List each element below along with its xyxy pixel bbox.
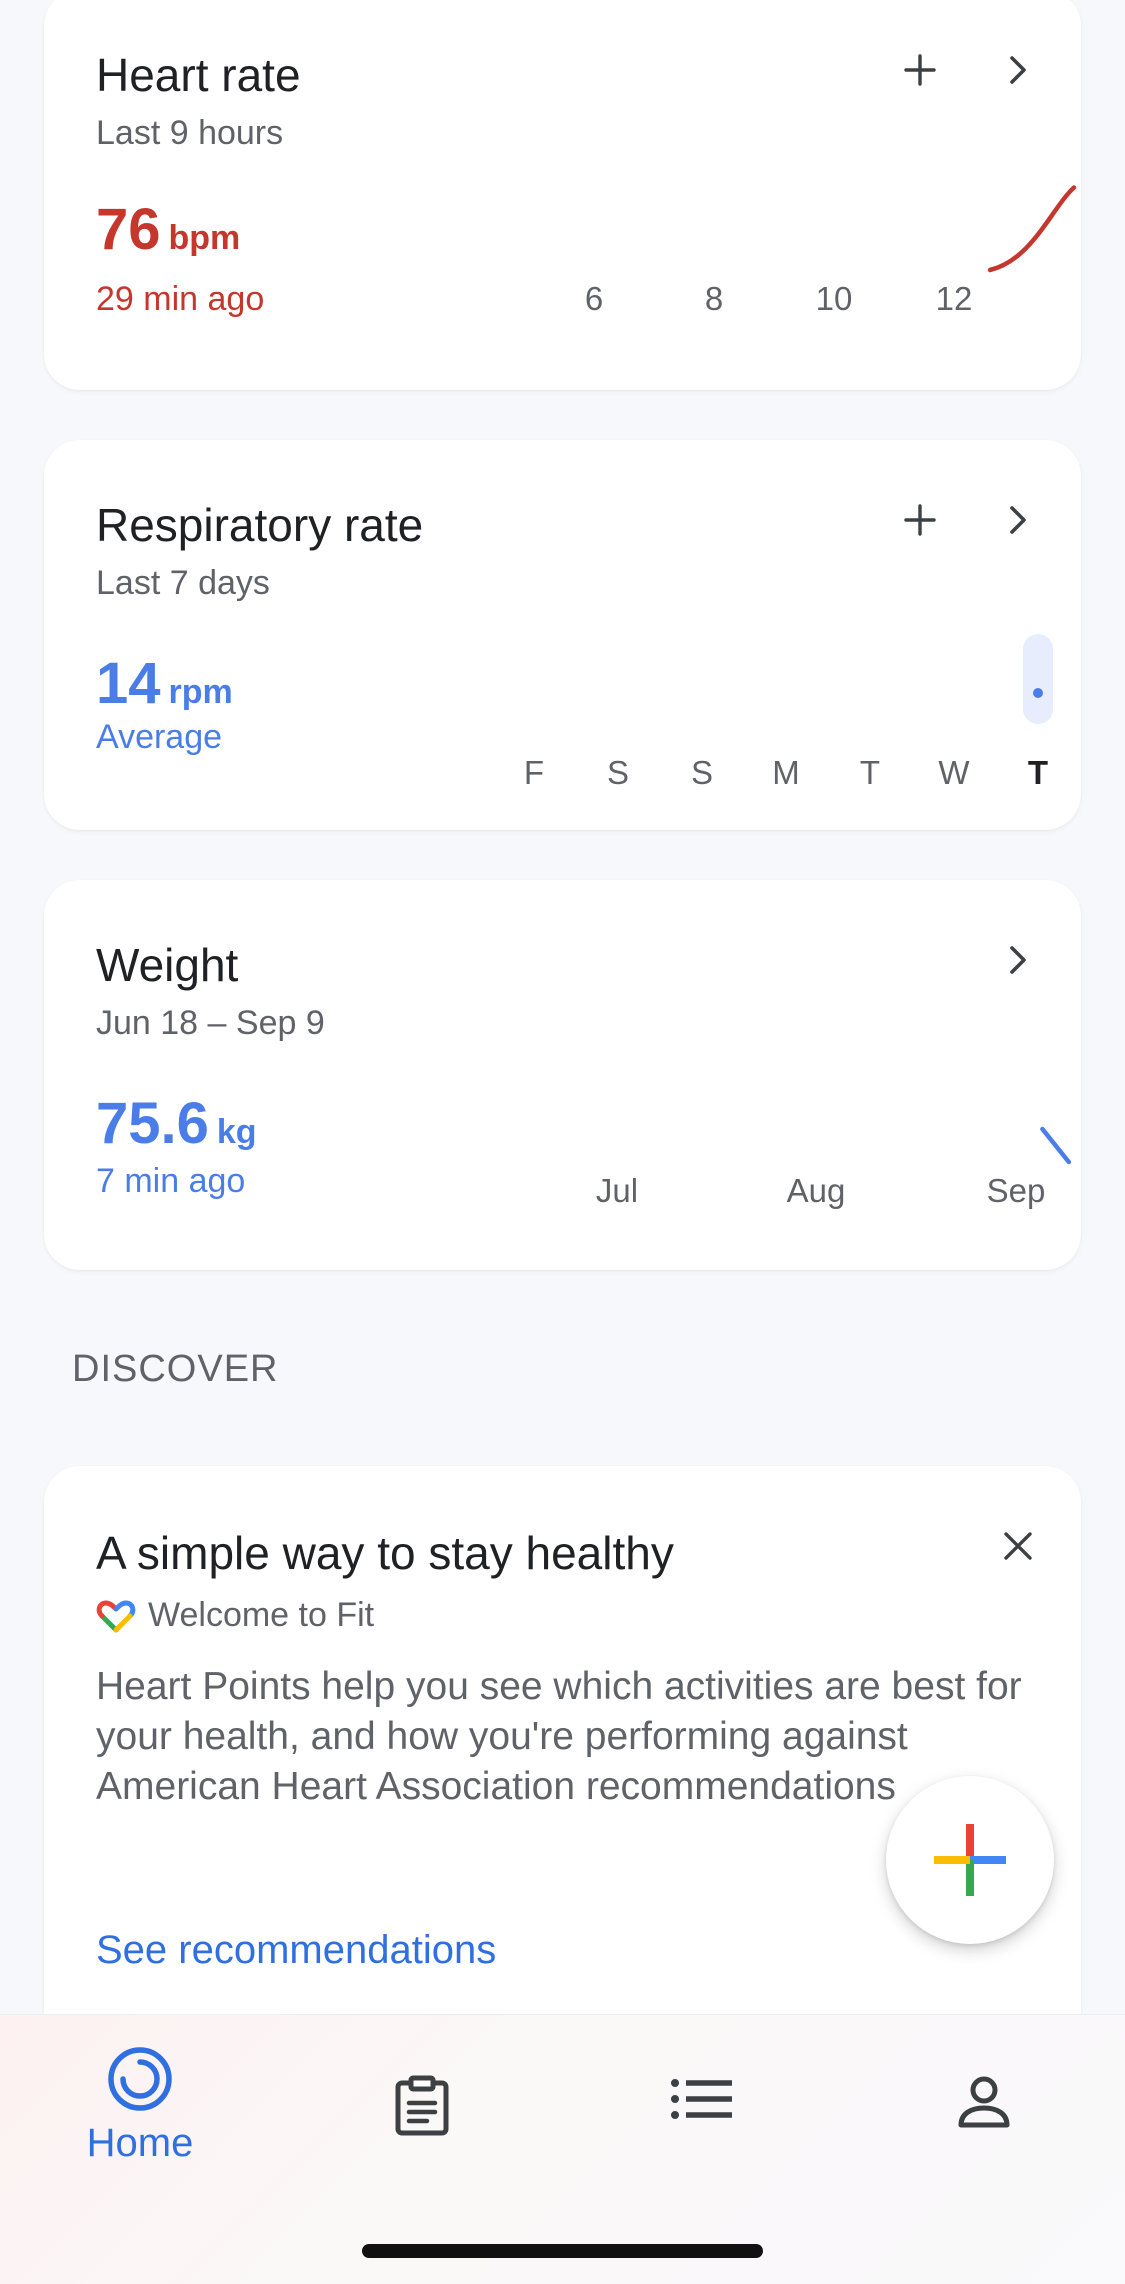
nav-browse[interactable] [602, 2079, 802, 2119]
card-subtitle: Jun 18 – Sep 9 [96, 1004, 325, 1042]
nav-home[interactable]: Home [40, 2045, 240, 2166]
dismiss-card-button[interactable] [986, 1514, 1050, 1578]
card-title: Heart rate [96, 49, 301, 101]
add-heart-rate-button[interactable] [888, 38, 952, 102]
google-fit-heart-logo-icon [96, 1599, 136, 1632]
weight-card[interactable]: Weight Jun 18 – Sep 9 75.6 kg 7 min ago J… [44, 880, 1081, 1270]
chevron-right-icon [1010, 946, 1026, 974]
card-title: Respiratory rate [96, 499, 424, 551]
weight-time: 7 min ago [96, 1162, 246, 1200]
browse-list-icon [671, 2079, 732, 2119]
day-label: M [772, 754, 800, 791]
value-unit: rpm [168, 673, 233, 711]
day-label: W [938, 754, 970, 791]
nav-journal[interactable] [322, 2075, 522, 2137]
card-subtitle: Last 7 days [96, 564, 270, 602]
open-weight-button[interactable] [986, 928, 1050, 992]
value-number: 76 [96, 197, 161, 262]
journal-clipboard-icon [395, 2075, 449, 2136]
month-label: Jul [595, 1172, 639, 1209]
chevron-right-icon [1010, 506, 1026, 534]
weight-value: 75.6 kg [96, 1090, 257, 1157]
heart-rate-value: 76 bpm [96, 196, 240, 263]
home-indicator [362, 2244, 763, 2258]
value-unit: kg [216, 1113, 257, 1151]
add-respiratory-rate-button[interactable] [888, 488, 952, 552]
card-subtitle: Last 9 hours [96, 114, 284, 152]
month-label: Sep [986, 1172, 1046, 1209]
add-activity-fab[interactable] [886, 1776, 1054, 1944]
discover-card-brand: Welcome to Fit [96, 1596, 374, 1635]
see-recommendations-link[interactable]: See recommendations [96, 1928, 496, 1973]
x-tick-label: 6 [584, 280, 604, 317]
heart-rate-time: 29 min ago [96, 280, 265, 318]
brand-label: Welcome to Fit [148, 1596, 375, 1634]
respiratory-rate-point [1033, 688, 1043, 698]
heart-rate-x-axis: 6 8 10 12 [464, 150, 1084, 350]
app-screen: Heart rate Last 9 hours 76 bpm 29 min ago… [0, 0, 1125, 2284]
month-label: Aug [786, 1172, 846, 1209]
day-label: S [606, 754, 630, 791]
weight-chart: Jul Aug Sep [464, 1040, 1084, 1240]
card-title: Weight [96, 939, 239, 991]
day-label: S [690, 754, 714, 791]
respiratory-rate-chart: FSSMTWT [464, 620, 1084, 820]
chevron-right-icon [1010, 56, 1026, 84]
day-label: F [523, 754, 545, 791]
x-tick-label: 12 [935, 280, 973, 317]
home-ring-icon [108, 2047, 172, 2111]
plus-icon [904, 54, 936, 86]
respiratory-rate-value: 14 rpm [96, 650, 233, 717]
heart-rate-card[interactable]: Heart rate Last 9 hours 76 bpm 29 min ago… [44, 0, 1081, 390]
x-tick-label: 10 [815, 280, 853, 317]
value-unit: bpm [168, 219, 241, 257]
open-heart-rate-button[interactable] [986, 38, 1050, 102]
profile-person-icon [958, 2076, 1010, 2128]
discover-card-title: A simple way to stay healthy [96, 1527, 674, 1579]
nav-profile[interactable] [884, 2075, 1084, 2129]
nav-home-label: Home [86, 2121, 194, 2165]
selected-day-highlight [1023, 634, 1053, 724]
day-label: T [859, 754, 881, 791]
discover-heading: DISCOVER [72, 1348, 279, 1390]
close-icon [1004, 1532, 1032, 1560]
respiratory-rate-card[interactable]: Respiratory rate Last 7 days 14 rpm Avera… [44, 440, 1081, 830]
value-number: 75.6 [96, 1091, 209, 1156]
weight-x-axis: Jul Aug Sep [464, 1040, 1084, 1240]
day-label: T [1027, 754, 1049, 791]
plus-icon [904, 504, 936, 536]
x-tick-label: 8 [704, 280, 724, 317]
open-respiratory-rate-button[interactable] [986, 488, 1050, 552]
respiratory-rate-caption: Average [96, 718, 223, 756]
discover-card[interactable]: A simple way to stay healthy Welcome to … [44, 1466, 1081, 2066]
multicolor-plus-icon [934, 1824, 1006, 1896]
discover-card-body: Heart Points help you see which activiti… [96, 1665, 1022, 1808]
heart-rate-chart: 6 8 10 12 [464, 150, 1084, 350]
value-number: 14 [96, 651, 161, 716]
